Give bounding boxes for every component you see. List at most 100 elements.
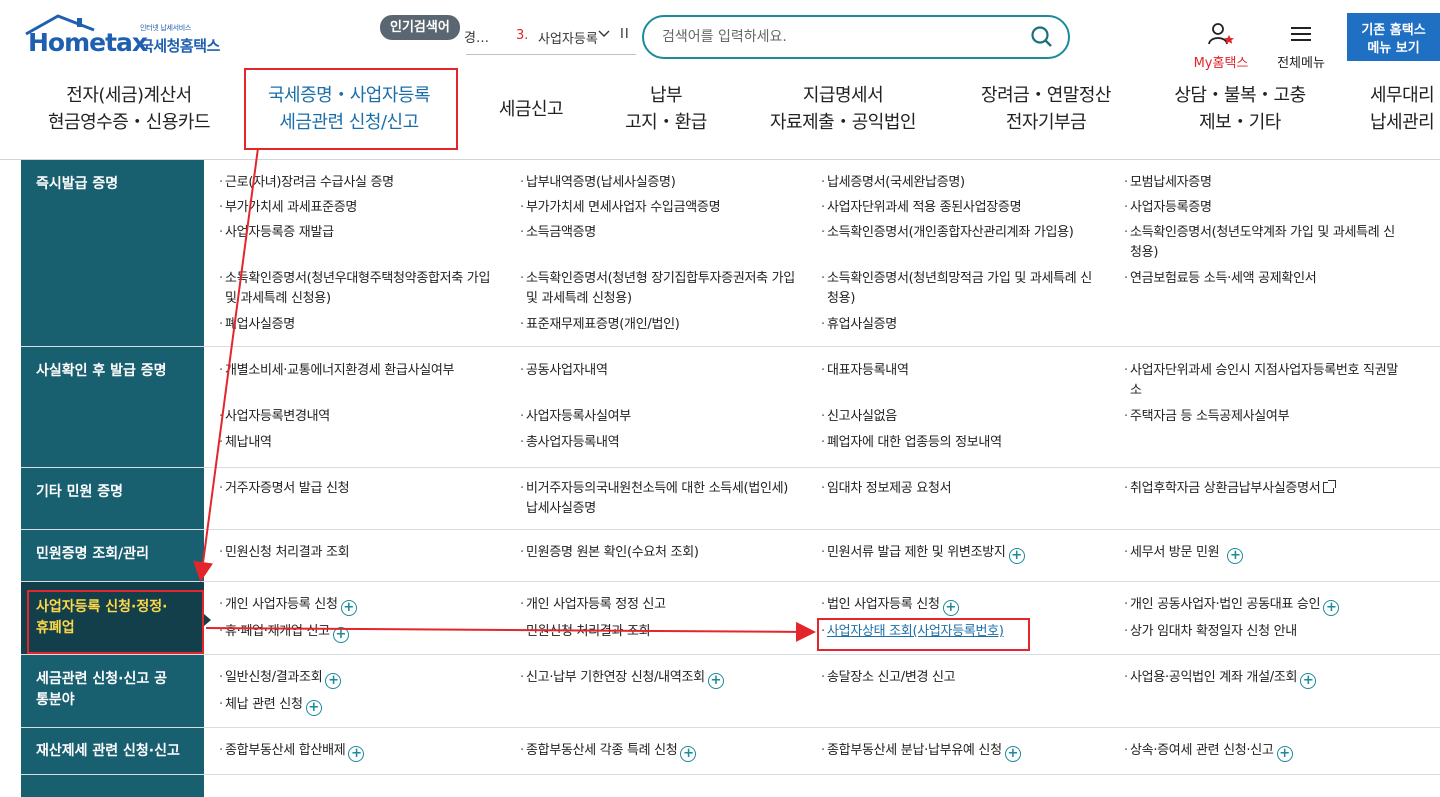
list-item[interactable]: · 사업자단위과세 적용 종된사업장증명 [821, 198, 1022, 218]
list-item[interactable]: · 휴·폐업·재개업 신고 + [219, 622, 349, 643]
list-item[interactable]: · 상속·증여세 관련 신청·신고 + [1124, 741, 1293, 762]
list-item[interactable]: · 종합부동산세 각종 특례 신청 + [520, 741, 697, 762]
list-item[interactable]: · 사업용·공익법인 계좌 개설/조회 + [1124, 668, 1317, 689]
search-icon[interactable] [1030, 25, 1054, 49]
expand-plus-icon[interactable]: + [1300, 673, 1317, 689]
annotation-highlight-status-link [817, 618, 1030, 651]
expand-plus-icon[interactable]: + [680, 746, 697, 762]
search-input[interactable] [662, 26, 1022, 48]
list-item[interactable]: · 개인 사업자등록 신청 + [219, 595, 357, 616]
list-item[interactable]: · 근로(자녀)장려금 수급사실 증명 [219, 173, 394, 193]
expand-plus-icon[interactable]: + [340, 600, 357, 616]
list-item[interactable]: · 개인 사업자등록 정정 신고 [520, 595, 666, 615]
list-item[interactable]: · 종합부동산세 합산배제 + [219, 741, 365, 762]
my-hometax-button[interactable]: My홈택스 [1188, 22, 1254, 71]
list-item[interactable]: · 부가가치세 과세표준증명 [219, 198, 357, 218]
list-item[interactable]: · 개별소비세·교통에너지환경세 환급사실여부 [219, 361, 455, 381]
list-item[interactable]: · 소득확인증명서(청년형 장기집합투자증권저축 가입 및 과세특례 신청용) [520, 269, 816, 309]
table-row: 즉시발급 증명 · 근로(자녀)장려금 수급사실 증명 · 납부내역증명(납세사실증… [21, 160, 1440, 347]
active-category-pointer [204, 614, 211, 626]
list-item[interactable]: · 사업자등록증 재발급 [219, 223, 334, 243]
category-certificate-inquiry[interactable]: 민원증명 조회/관리 [21, 530, 204, 581]
list-item[interactable]: · 개인 공동사업자·법인 공동대표 승인 + [1124, 595, 1340, 616]
list-item[interactable]: · 종합부동산세 분납·납부유예 신청 + [821, 741, 1021, 762]
list-item[interactable]: · 취업후학자금 상환금납부사실증명서 [1124, 479, 1337, 499]
list-item[interactable]: · 부가가치세 면세사업자 수입금액증명 [520, 198, 721, 218]
category-instant-certificate[interactable]: 즉시발급 증명 [21, 160, 204, 346]
list-item[interactable]: · 폐업자에 대한 업종등의 정보내역 [821, 433, 1002, 453]
list-item[interactable]: · 연금보험료등 소득·세액 공제확인서 [1124, 269, 1317, 289]
popular-rank-text[interactable]: 사업자등록 [538, 28, 598, 47]
gnb-consultation[interactable]: 상담・불복・고충 제보・기타 [1162, 82, 1318, 136]
gnb-label: 지급명세서 [802, 85, 884, 106]
list-item[interactable]: · 소득확인증명서(청년도약계좌 가입 및 과세특례 신 청용) [1124, 223, 1430, 263]
expand-plus-icon[interactable]: + [325, 673, 342, 689]
list-item[interactable]: · 일반신청/결과조회 + [219, 668, 342, 689]
list-item[interactable]: · 법인 사업자등록 신청 + [821, 595, 959, 616]
expand-plus-icon[interactable]: + [942, 600, 959, 616]
list-item[interactable]: · 사업자등록변경내역 [219, 407, 330, 427]
list-item[interactable]: · 공동사업자내역 [520, 361, 608, 381]
list-item[interactable]: · 소득확인증명서(청년우대형주택청약종합저축 가입 및 과세특례 신청용) [219, 269, 515, 309]
hometax-logo[interactable]: Hometax 인터넷 납세서비스 국세청홈택스 [22, 14, 237, 64]
list-item[interactable]: · 상가 임대차 확정일자 신청 안내 [1124, 622, 1297, 642]
list-item[interactable]: · 납세증명서(국세완납증명) [821, 173, 965, 193]
all-menu-button[interactable]: 전체메뉴 [1270, 22, 1332, 71]
gnb-label: 세금신고 [498, 99, 564, 120]
user-icon [1206, 23, 1236, 50]
list-item[interactable]: · 민원증명 원본 확인(수요처 조회) [520, 543, 699, 563]
list-item[interactable]: · 사업자등록증명 [1124, 198, 1212, 218]
list-item[interactable]: · 송달장소 신고/변경 신고 [821, 668, 956, 688]
expand-plus-icon[interactable]: + [707, 673, 724, 689]
list-item[interactable]: · 소득확인증명서(개인종합자산관리계좌 가입용) [821, 223, 1074, 243]
list-item[interactable]: · 표준재무제표증명(개인/법인) [520, 315, 680, 335]
list-item[interactable]: · 임대차 정보제공 요청서 [821, 479, 952, 499]
category-other-certificate[interactable]: 기타 민원 증명 [21, 468, 204, 529]
category-tax-common[interactable]: 세금관련 신청·신고 공통분야 [21, 655, 204, 727]
list-item[interactable]: · 체납내역 [219, 433, 272, 453]
logo-agency: 국세청홈택스 [140, 37, 220, 55]
list-item[interactable]: · 체납 관련 신청 + [219, 695, 322, 716]
expand-plus-icon[interactable]: + [1227, 548, 1244, 564]
list-item[interactable]: · 폐업사실증명 [219, 315, 295, 335]
list-item[interactable]: · 민원서류 발급 제한 및 위변조방지 + [821, 543, 1025, 564]
list-item[interactable]: · 거주자증명서 발급 신청 [219, 479, 350, 499]
list-item[interactable]: · 대표자등록내역 [821, 361, 909, 381]
gnb-e-invoice[interactable]: 전자(세금)계산서 현금영수증・신용카드 [44, 82, 214, 136]
popular-search-ticker[interactable]: 3. 사업자등록 II [466, 27, 636, 55]
category-verified-certificate[interactable]: 사실확인 후 발급 증명 [21, 347, 204, 467]
list-item[interactable]: · 신고사실없음 [821, 407, 897, 427]
gnb-payment-statement[interactable]: 지급명세서 자료제출・공익법인 [756, 82, 930, 136]
list-item[interactable]: · 소득확인증명서(청년희망적금 가입 및 과세특례 신 청용) [821, 269, 1117, 309]
list-item[interactable]: · 신고·납부 기한연장 신청/내역조회 + [520, 668, 724, 689]
list-item[interactable]: · 휴업사실증명 [821, 315, 897, 335]
old-hometax-line1: 기존 홈택스 [1361, 23, 1426, 38]
expand-plus-icon[interactable]: + [348, 746, 365, 762]
list-item[interactable]: · 소득금액증명 [520, 223, 596, 243]
expand-plus-icon[interactable]: + [1008, 548, 1025, 564]
gnb-incentive-yearend[interactable]: 장려금・연말정산 전자기부금 [968, 82, 1124, 136]
list-item[interactable]: · 민원신청 처리결과 조회 [520, 622, 651, 642]
old-hometax-menu-button[interactable]: 기존 홈택스 메뉴 보기 [1347, 13, 1440, 61]
pause-icon[interactable]: II [620, 27, 630, 42]
expand-plus-icon[interactable]: + [1004, 746, 1021, 762]
chevron-down-icon[interactable] [597, 26, 611, 44]
gnb-tax-agent[interactable]: 세무대리 납세관리 [1360, 82, 1440, 136]
gnb-tax-filing[interactable]: 세금신고 [486, 96, 576, 123]
list-item[interactable]: · 주택자금 등 소득공제사실여부 [1124, 407, 1290, 427]
gnb-payment[interactable]: 납부 고지・환급 [604, 82, 728, 136]
category-property-tax[interactable]: 재산제세 관련 신청·신고 [21, 728, 204, 774]
list-item[interactable]: · 총사업자등록내역 [520, 433, 620, 453]
list-item[interactable]: · 민원신청 처리결과 조회 [219, 543, 350, 563]
gnb-label: 전자(세금)계산서 [66, 85, 192, 106]
expand-plus-icon[interactable]: + [1276, 746, 1293, 762]
list-item[interactable]: · 사업자단위과세 승인시 지점사업자등록번호 직권말 소 [1124, 361, 1430, 401]
expand-plus-icon[interactable]: + [1323, 600, 1340, 616]
expand-plus-icon[interactable]: + [332, 627, 349, 643]
list-item[interactable]: · 납부내역증명(납세사실증명) [520, 173, 676, 193]
list-item[interactable]: · 비거주자등의국내원천소득에 대한 소득세(법인세) 납세사실증명 [520, 479, 816, 519]
list-item[interactable]: · 사업자등록사실여부 [520, 407, 631, 427]
expand-plus-icon[interactable]: + [305, 700, 322, 716]
list-item[interactable]: · 모범납세자증명 [1124, 173, 1212, 193]
list-item[interactable]: · 세무서 방문 민원 + [1124, 543, 1244, 564]
